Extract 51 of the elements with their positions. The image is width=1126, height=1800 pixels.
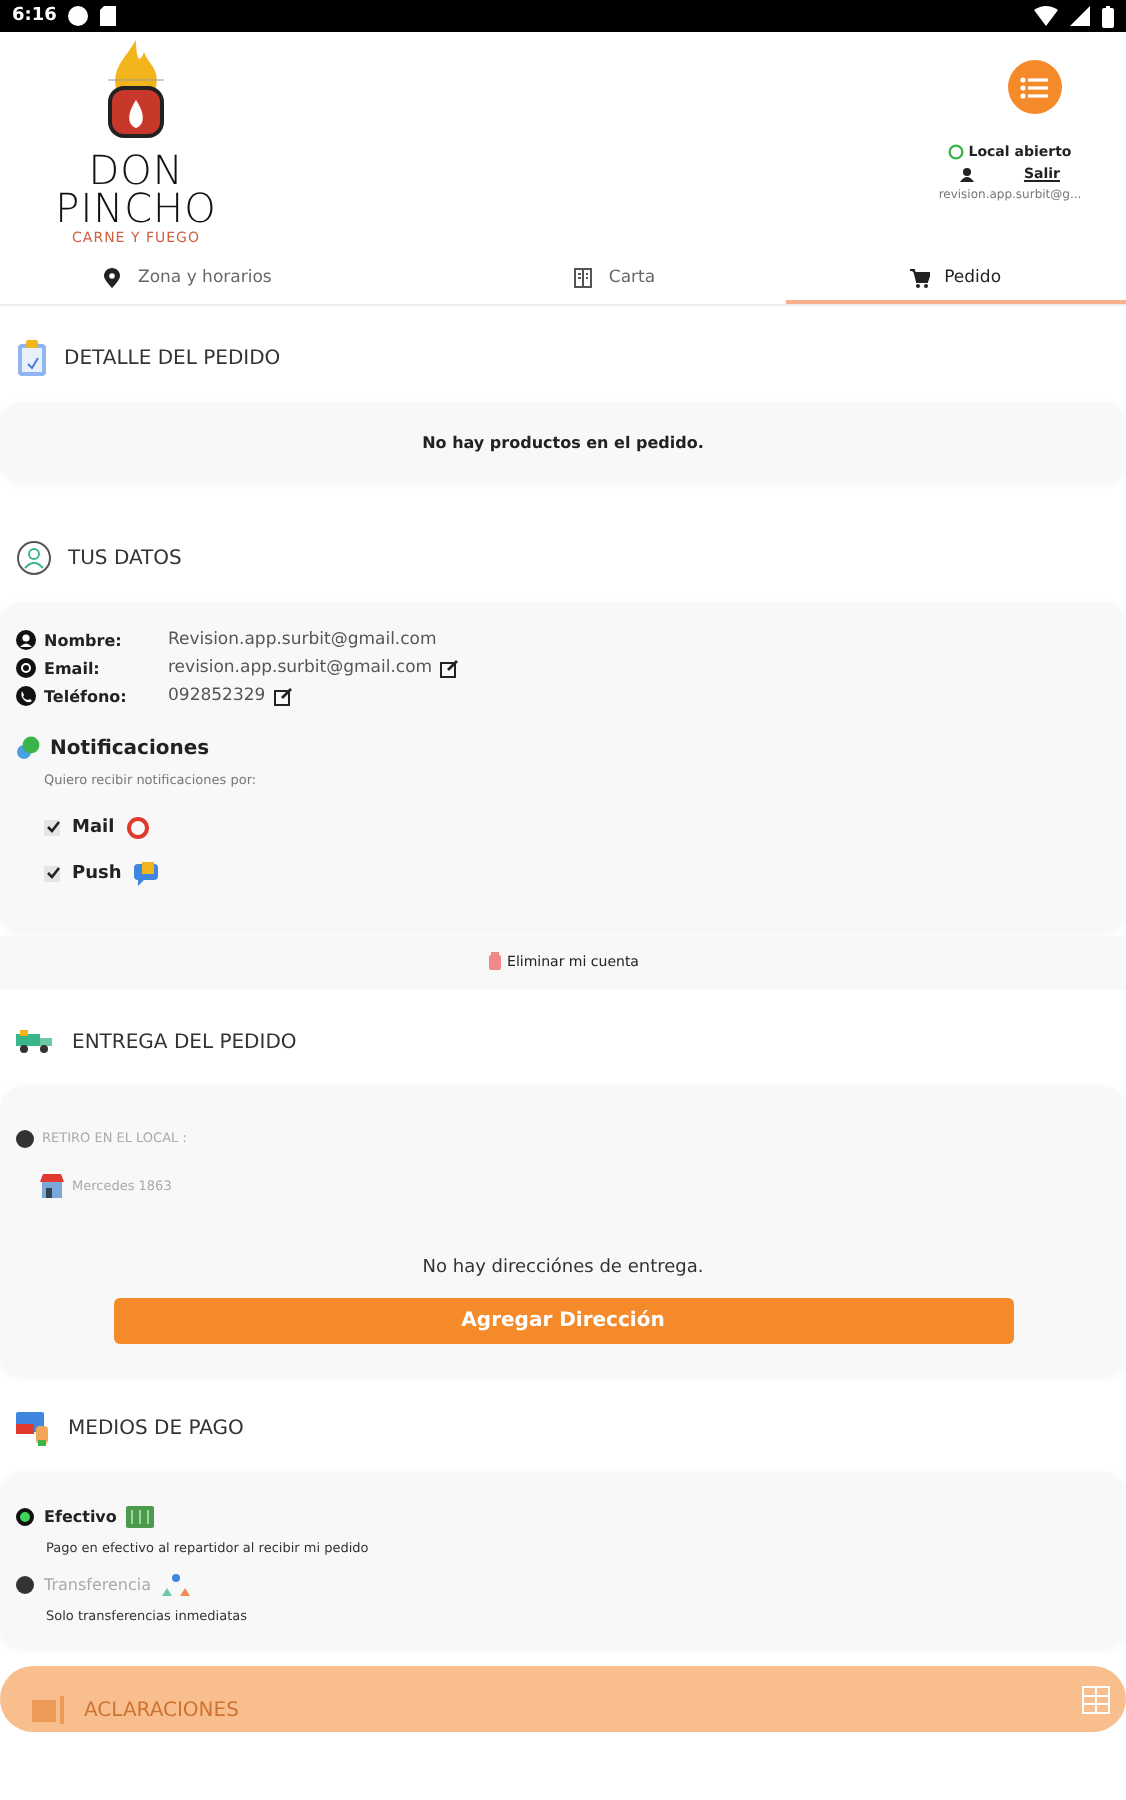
user-circle-icon bbox=[16, 540, 52, 576]
field-value: 092852329 bbox=[168, 686, 266, 706]
wifi-icon bbox=[1034, 6, 1058, 26]
menu-icon bbox=[1020, 75, 1048, 99]
mail-ring-icon bbox=[126, 815, 151, 839]
phone-icon bbox=[16, 686, 36, 706]
section-title: TUS DATOS bbox=[68, 547, 182, 569]
location-pin-icon bbox=[104, 268, 124, 288]
user-icon bbox=[960, 167, 974, 181]
empty-message: No hay direcciónes de entrega. bbox=[420, 1258, 706, 1278]
trash-icon bbox=[487, 952, 502, 970]
delivery-truck-icon bbox=[16, 1030, 56, 1054]
section-title: MEDIOS DE PAGO bbox=[68, 1417, 244, 1439]
sd-card-icon bbox=[100, 6, 117, 26]
notification-icon bbox=[68, 6, 89, 26]
option-label: Transferencia bbox=[44, 1575, 152, 1593]
grid-icon bbox=[1082, 1685, 1110, 1713]
radio-button[interactable] bbox=[16, 1507, 34, 1525]
option-label: Efectivo bbox=[44, 1507, 117, 1525]
tab[interactable]: Pedido bbox=[785, 256, 1126, 304]
radio-button[interactable] bbox=[16, 1575, 34, 1593]
message-icon bbox=[133, 861, 158, 885]
person-icon bbox=[16, 630, 36, 650]
checkbox-label: Mail bbox=[72, 817, 115, 837]
field-label: Email: bbox=[44, 659, 102, 677]
field-value: revision.app.surbit@gmail.com bbox=[168, 658, 433, 678]
store-icon bbox=[40, 1174, 64, 1198]
tab[interactable]: Zona y horarios bbox=[0, 256, 445, 304]
section-title: ENTREGA DEL PEDIDO bbox=[72, 1031, 297, 1053]
cart-icon bbox=[910, 268, 931, 288]
checkbox-label: Push bbox=[72, 863, 122, 883]
notifications-title: Notificaciones bbox=[50, 737, 210, 759]
field-value: Revision.app.surbit@gmail.com bbox=[168, 630, 437, 650]
empty-message: No hay productos en el pedido. bbox=[422, 433, 704, 451]
signal-icon bbox=[1070, 6, 1090, 26]
tab[interactable]: Carta bbox=[444, 256, 786, 304]
radio-button[interactable] bbox=[16, 1129, 34, 1147]
field-label: Teléfono: bbox=[44, 687, 129, 705]
section-title: ACLARACIONES bbox=[84, 1699, 239, 1721]
clock: 6:16 bbox=[12, 6, 57, 26]
checkbox[interactable] bbox=[44, 865, 60, 881]
chat-bubbles-icon bbox=[16, 736, 40, 760]
section-title: DETALLE DEL PEDIDO bbox=[64, 347, 281, 369]
logo-text: PINCHO bbox=[55, 190, 217, 228]
banknotes-icon bbox=[126, 1505, 155, 1527]
logo-text: DON bbox=[88, 152, 184, 190]
battery-icon bbox=[1102, 5, 1114, 27]
checkbox[interactable] bbox=[44, 819, 60, 835]
payment-card-icon bbox=[16, 1410, 52, 1446]
field-label: Nombre: bbox=[44, 631, 124, 649]
clipboard-icon bbox=[16, 340, 48, 376]
